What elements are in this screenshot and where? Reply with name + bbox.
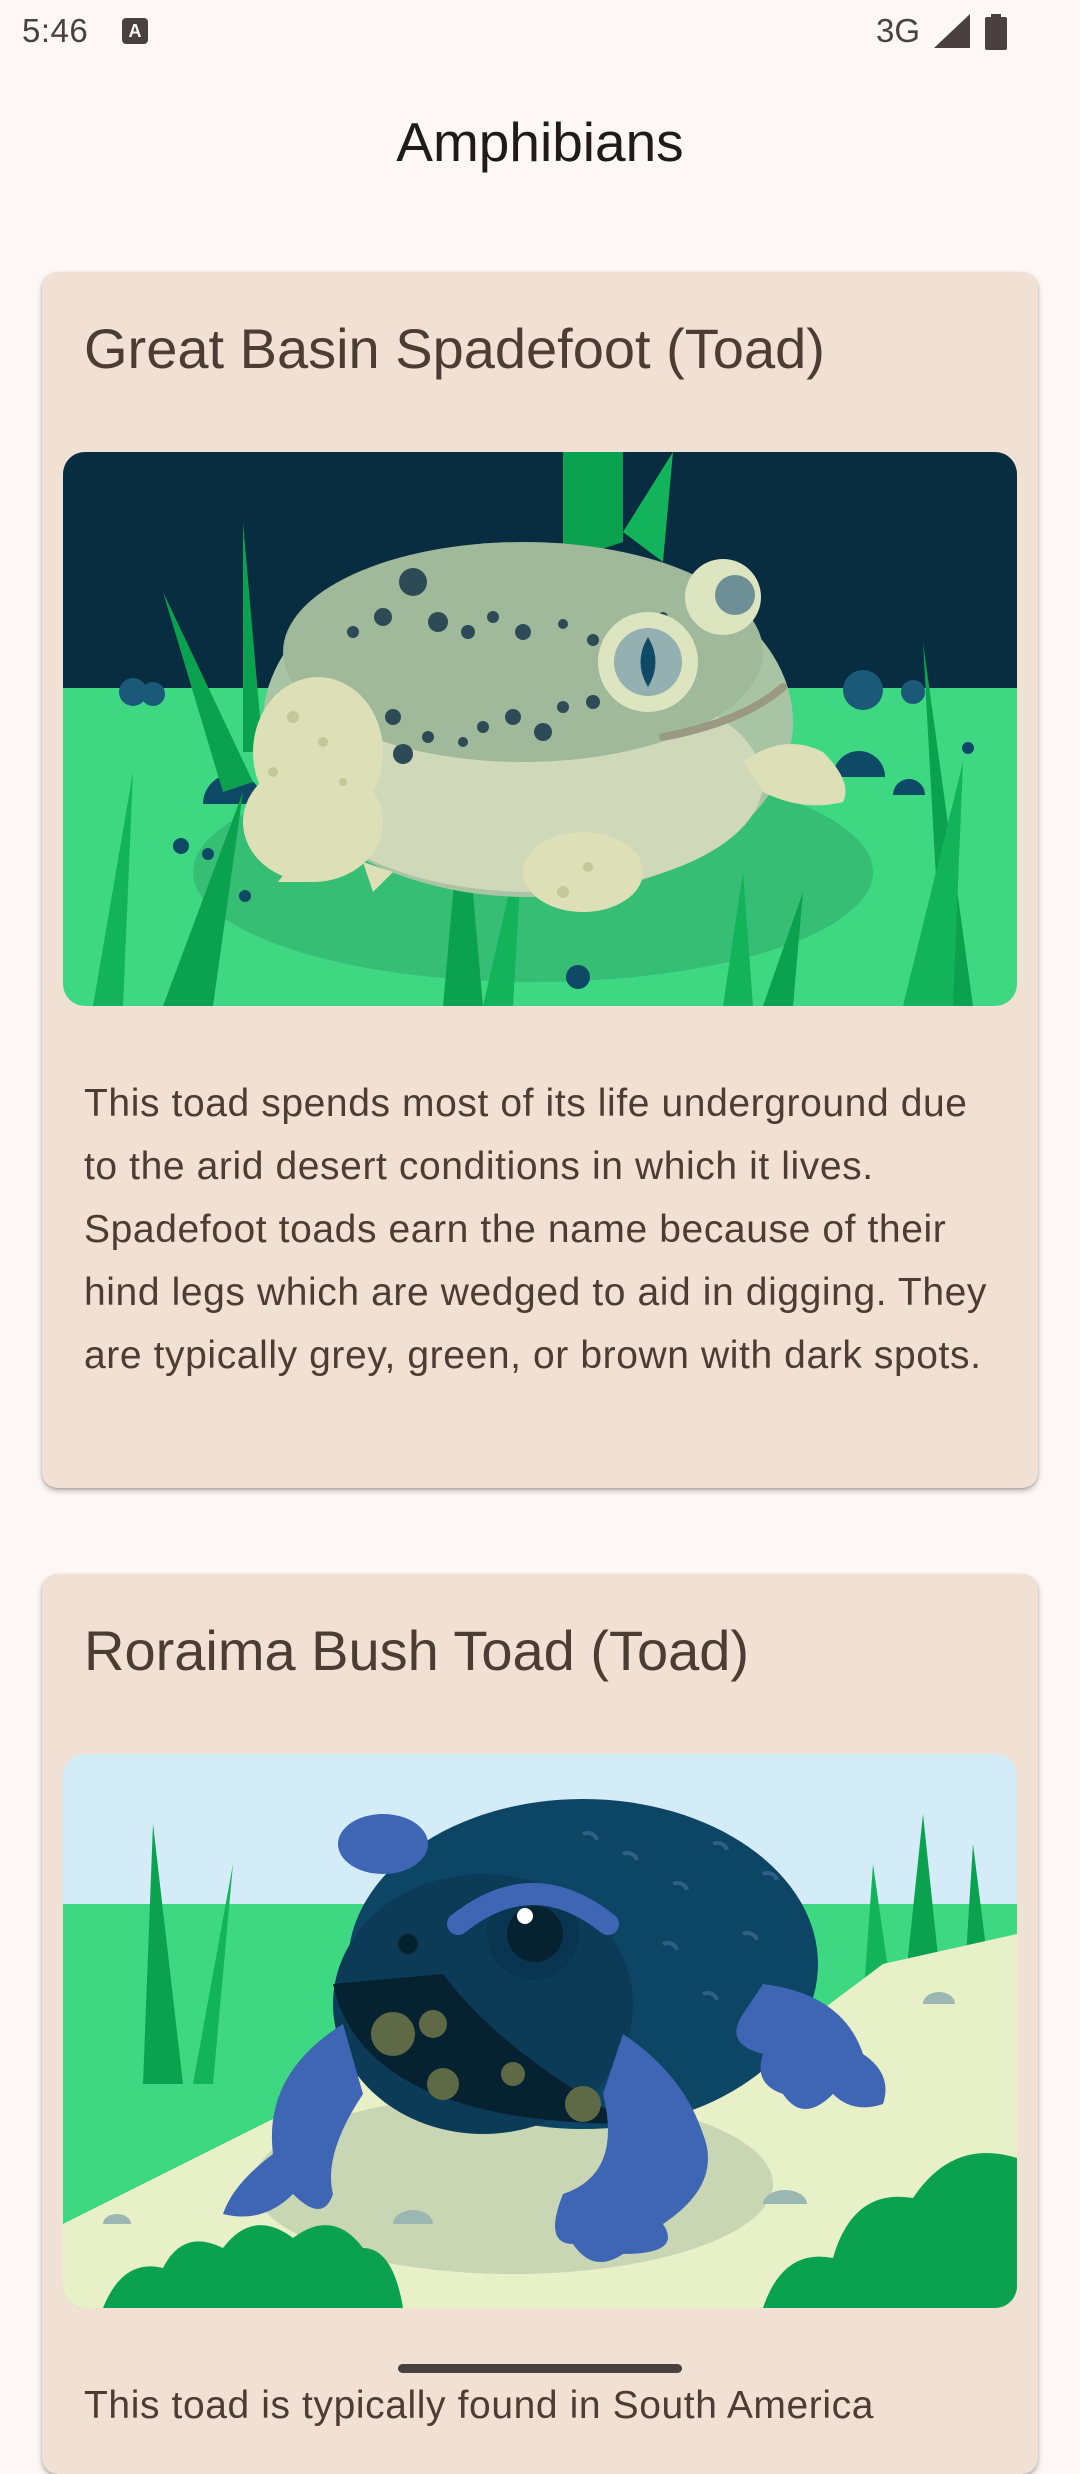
amphibian-card[interactable]: Roraima Bush Toad (Toad) This toad is ty… — [42, 1574, 1038, 2474]
card-title: Great Basin Spadefoot (Toad) — [84, 317, 825, 380]
status-time: 5:46 — [22, 12, 89, 49]
notification-icon: A — [122, 18, 148, 44]
card-title: Roraima Bush Toad (Toad) — [84, 1619, 750, 1682]
roraima-bush-toad-illustration — [63, 1754, 1017, 2308]
battery-icon — [984, 14, 1008, 55]
card-description: This toad is typically found in South Am… — [84, 2384, 875, 2427]
card-image — [63, 1754, 1017, 2308]
card-image — [63, 452, 1017, 1006]
network-type: 3G — [876, 12, 921, 49]
gesture-nav-handle[interactable] — [398, 2364, 682, 2373]
card-description: This toad spends most of its life underg… — [84, 1082, 988, 1377]
amphibian-card[interactable]: Great Basin Spadefoot (Toad) This toad s… — [42, 272, 1038, 1488]
great-basin-spadefoot-illustration — [63, 452, 1017, 1006]
app-bar-title: Amphibians — [396, 111, 684, 173]
status-bar: 5:46 A 3G — [0, 0, 1080, 64]
signal-icon — [934, 14, 970, 53]
